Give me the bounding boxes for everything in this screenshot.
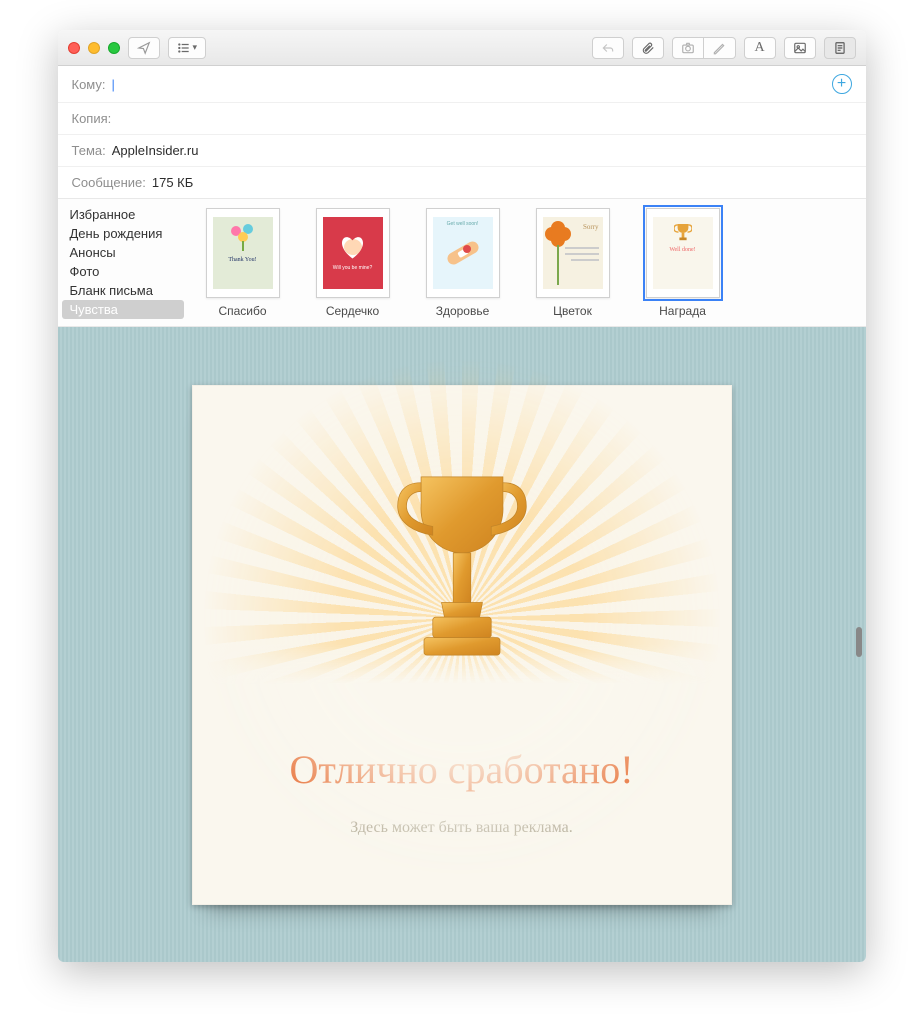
heart-icon: [340, 235, 366, 259]
font-a-icon: A: [754, 40, 764, 56]
template-label: Здоровье: [426, 304, 500, 318]
chevron-down-icon: ▾: [193, 42, 198, 53]
category-list: Избранное День рождения Анонсы Фото Блан…: [58, 199, 188, 326]
template-thumb: Sorry: [536, 208, 610, 298]
mail-compose-window: ▾ A: [58, 30, 866, 962]
template-award[interactable]: Well done! Награда: [646, 208, 720, 318]
to-label: Кому:: [72, 77, 106, 92]
template-thumb: Will you be mine?: [316, 208, 390, 298]
template-health[interactable]: Get well soon! Здоровье: [426, 208, 500, 318]
thumb-caption: Well done!: [669, 247, 695, 253]
message-body-canvas[interactable]: Отлично сработано! Здесь может быть ваша…: [58, 327, 866, 962]
photo-browser-button[interactable]: [784, 37, 816, 59]
paperclip-icon: [641, 41, 655, 55]
paper-plane-icon: [137, 41, 151, 55]
close-button[interactable]: [68, 42, 80, 54]
titlebar: ▾ A: [58, 30, 866, 66]
text-cursor: |: [112, 77, 115, 92]
minimize-button[interactable]: [88, 42, 100, 54]
header-fields-button[interactable]: ▾: [168, 37, 207, 59]
category-feelings[interactable]: Чувства: [62, 300, 184, 319]
category-photo[interactable]: Фото: [62, 262, 184, 281]
template-heart[interactable]: Will you be mine? Сердечко: [316, 208, 390, 318]
template-thumb: Get well soon!: [426, 208, 500, 298]
template-flower[interactable]: Sorry Цветок: [536, 208, 610, 318]
size-row: Сообщение: 175 КБ: [58, 167, 866, 198]
stationery-icon: [833, 41, 847, 55]
subject-row[interactable]: Тема: AppleInsider.ru: [58, 135, 866, 167]
photo-icon: [793, 41, 807, 55]
bandaid-icon: [445, 239, 480, 266]
reply-button[interactable]: [592, 37, 624, 59]
camera-button[interactable]: [672, 37, 704, 59]
traffic-lights: [68, 42, 120, 54]
cc-label: Копия:: [72, 111, 112, 126]
stationery-button[interactable]: [824, 37, 856, 59]
list-icon: [177, 41, 191, 55]
compose-headers: Кому: | + Копия: Тема: AppleInsider.ru С…: [58, 66, 866, 199]
category-letter[interactable]: Бланк письма: [62, 281, 184, 300]
thumb-caption: Get well soon!: [433, 221, 493, 227]
bouquet-icon: [228, 223, 258, 253]
add-recipient-button[interactable]: +: [832, 74, 852, 94]
thumb-caption: Thank You!: [213, 257, 273, 263]
template-thumb: Well done!: [646, 208, 720, 298]
stationery-panel: Избранное День рождения Анонсы Фото Блан…: [58, 199, 866, 327]
to-row[interactable]: Кому: | +: [58, 66, 866, 103]
heart-dot-icon: [463, 245, 471, 253]
template-thanks[interactable]: Thank You! Спасибо: [206, 208, 280, 318]
template-label: Сердечко: [316, 304, 390, 318]
cc-row[interactable]: Копия:: [58, 103, 866, 135]
send-button[interactable]: [128, 37, 160, 59]
template-label: Награда: [646, 304, 720, 318]
template-thumb: Thank You!: [206, 208, 280, 298]
scrollbar-thumb[interactable]: [856, 627, 862, 657]
reply-arrow-icon: [601, 41, 615, 55]
trophy-icon: [674, 223, 692, 243]
template-list: Thank You! Спасибо Will you be mine? Сер…: [188, 199, 866, 326]
plus-icon: +: [837, 76, 846, 92]
attach-button[interactable]: [632, 37, 664, 59]
subject-label: Тема:: [72, 143, 106, 158]
template-label: Цветок: [536, 304, 610, 318]
insert-media-group: [672, 37, 736, 59]
thumb-caption: Will you be mine?: [333, 265, 372, 271]
format-button[interactable]: A: [744, 37, 776, 59]
size-value: 175 КБ: [152, 175, 193, 190]
thumb-caption: Sorry: [583, 223, 599, 231]
flower-icon: [551, 227, 565, 241]
category-birthday[interactable]: День рождения: [62, 224, 184, 243]
camera-icon: [681, 41, 695, 55]
pen-icon: [712, 41, 726, 55]
maximize-button[interactable]: [108, 42, 120, 54]
annotate-button[interactable]: [704, 37, 736, 59]
size-label: Сообщение:: [72, 175, 146, 190]
trophy-icon: [387, 471, 537, 661]
trophy-hero: [193, 426, 731, 706]
vertical-scrollbar[interactable]: [854, 327, 864, 962]
subject-field[interactable]: AppleInsider.ru: [112, 143, 199, 158]
category-favorites[interactable]: Избранное: [62, 205, 184, 224]
template-label: Спасибо: [206, 304, 280, 318]
category-announcements[interactable]: Анонсы: [62, 243, 184, 262]
stationery-card[interactable]: Отлично сработано! Здесь может быть ваша…: [192, 385, 732, 905]
